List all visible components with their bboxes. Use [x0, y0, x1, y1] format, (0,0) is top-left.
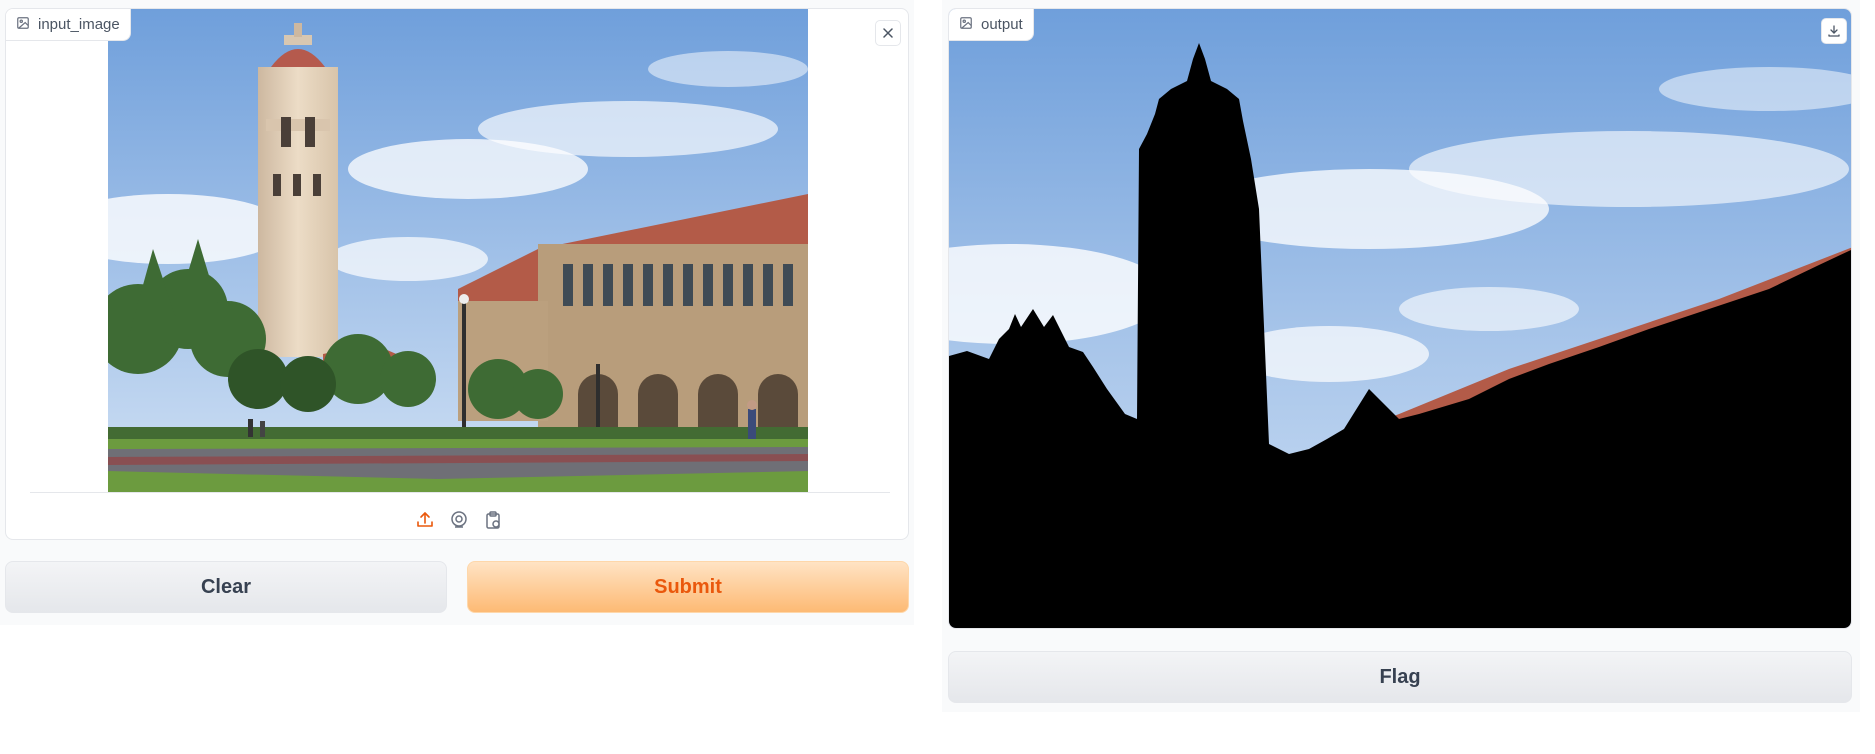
image-icon	[959, 16, 973, 34]
webcam-icon[interactable]	[447, 508, 471, 532]
close-icon[interactable]	[875, 20, 901, 46]
upload-icon[interactable]	[413, 508, 437, 532]
submit-button[interactable]: Submit	[467, 561, 909, 613]
input-image-label-text: input_image	[38, 16, 120, 33]
clipboard-icon[interactable]	[481, 508, 505, 532]
download-icon[interactable]	[1821, 18, 1847, 44]
output-label: output	[949, 9, 1034, 41]
output-image-panel: output	[948, 8, 1852, 629]
input-photo	[108, 9, 808, 492]
image-icon	[16, 16, 30, 34]
input-image-panel: input_image	[5, 8, 909, 540]
source-divider	[30, 492, 890, 493]
output-photo	[949, 9, 1851, 628]
flag-button[interactable]: Flag	[948, 651, 1852, 703]
input-image-label: input_image	[6, 9, 131, 41]
output-label-text: output	[981, 16, 1023, 33]
clear-button[interactable]: Clear	[5, 561, 447, 613]
